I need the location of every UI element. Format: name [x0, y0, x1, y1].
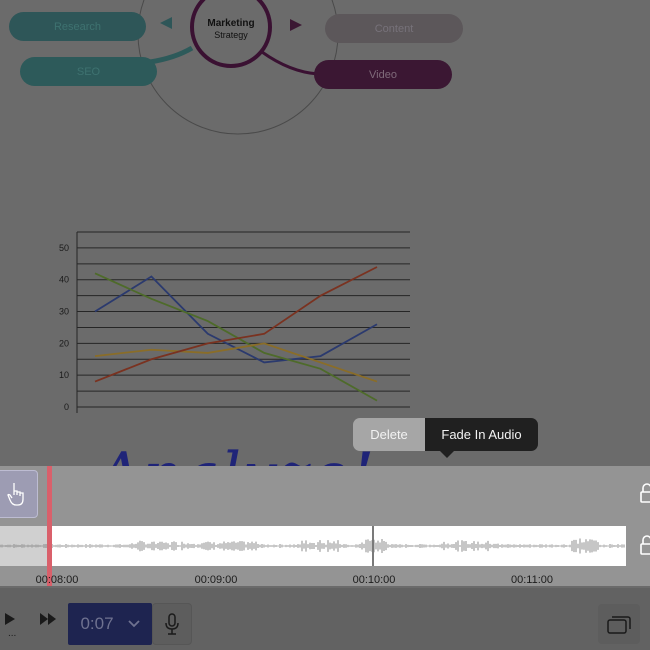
- fade-in-audio-button[interactable]: Fade In Audio: [425, 418, 538, 451]
- mindmap-center-subtitle: Strategy: [214, 30, 248, 40]
- mindmap-node-seo[interactable]: SEO: [20, 57, 157, 86]
- waveform-graphic: [0, 526, 625, 566]
- timeline-tick: 00:10:00: [352, 574, 396, 586]
- fast-forward-button[interactable]: [36, 604, 60, 634]
- bottom-toolbar: ... 0:07: [0, 588, 650, 650]
- arrow-right-icon: [290, 19, 302, 31]
- mindmap-node-video[interactable]: Video: [314, 60, 452, 89]
- screens-icon: [607, 616, 631, 634]
- time-selector-button[interactable]: 0:07: [68, 603, 152, 645]
- lock-icon[interactable]: [640, 534, 650, 556]
- chart-series-line-4: [94, 266, 378, 383]
- delete-button[interactable]: Delete: [353, 418, 425, 451]
- hand-pointer-icon: [7, 483, 24, 506]
- lock-icon[interactable]: [640, 482, 650, 504]
- play-icon: [5, 613, 15, 625]
- chart-y-tick-label: 0: [64, 402, 69, 412]
- mindmap-node-research[interactable]: Research: [9, 12, 146, 41]
- context-menu: Delete Fade In Audio: [353, 418, 538, 451]
- mindmap-center-title: Marketing: [207, 18, 255, 29]
- context-menu-pointer: [440, 451, 454, 458]
- chart-y-tick-label: 10: [59, 370, 69, 380]
- chevron-down-icon: [127, 620, 140, 628]
- waveform-selection-edge: [0, 526, 52, 566]
- timeline-tick: 00:08:00: [35, 574, 79, 586]
- hand-pointer-tool[interactable]: [0, 470, 38, 518]
- timeline-tick: 00:09:00: [194, 574, 238, 586]
- audio-waveform[interactable]: [0, 526, 626, 566]
- current-time: 0:07: [80, 614, 114, 633]
- microphone-icon: [165, 613, 179, 635]
- line-chart: 0 10 20 30 40 50: [59, 231, 410, 413]
- chart-y-tick-label: 40: [59, 275, 69, 285]
- fast-forward-icon: [40, 613, 56, 625]
- playhead[interactable]: [47, 466, 52, 586]
- timeline-tick: 00:11:00: [510, 574, 553, 586]
- chart-y-tick-label: 20: [59, 338, 69, 348]
- chart-y-tick-label: 30: [59, 307, 69, 317]
- screens-button[interactable]: [598, 604, 640, 644]
- mindmap-node-content[interactable]: Content: [325, 14, 463, 43]
- record-button[interactable]: [152, 603, 192, 645]
- chart-series-line-2: [94, 272, 378, 402]
- canvas: Marketing Strategy Research SEO Content …: [0, 0, 650, 510]
- chart-y-tick-label: 50: [59, 243, 69, 253]
- more-dots: ...: [8, 628, 17, 639]
- arrow-left-icon: [160, 17, 172, 29]
